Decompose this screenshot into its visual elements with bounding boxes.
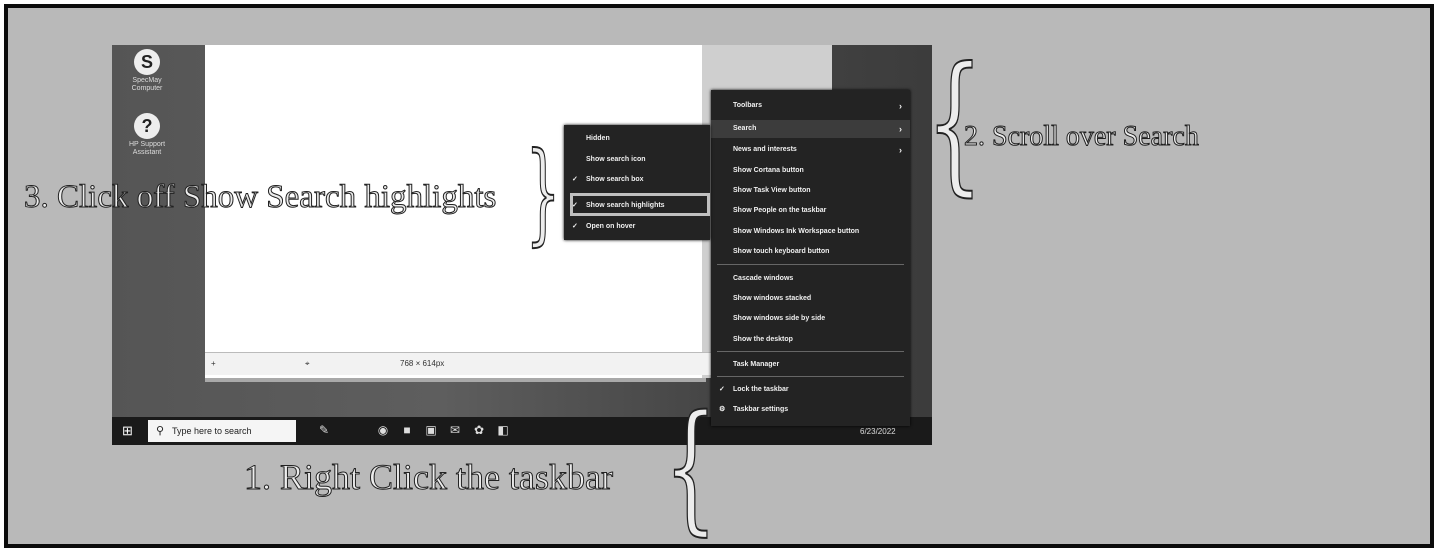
desktop-icon-app[interactable]: S SpecMay Computer [122,49,172,93]
desktop-icon-label: HP Support Assistant [128,141,166,156]
submenu-item-hidden[interactable]: Hidden [564,130,710,148]
menu-item-ink-workspace[interactable]: Show Windows Ink Workspace button [711,223,910,241]
menu-item-cascade[interactable]: Cascade windows [711,270,910,288]
chevron-right-icon: › [899,145,902,155]
annotation-step2: 2. Scroll over Search [964,121,1200,153]
taskbar-date: 6/23/2022 [860,427,896,436]
store-icon[interactable]: ■ [400,423,414,437]
menu-item-people[interactable]: Show People on the taskbar [711,202,910,220]
menu-item-task-view[interactable]: Show Task View button [711,182,910,200]
search-icon: ⚲ [156,425,165,437]
menu-divider [717,376,904,377]
widget-icon[interactable]: ✎ [317,423,331,437]
submenu-item-search-icon[interactable]: Show search icon [564,151,710,169]
desktop-screenshot: S SpecMay Computer ? HP Support Assistan… [112,45,932,445]
menu-item-side-by-side[interactable]: Show windows side by side [711,310,910,328]
gear-icon: ⚙ [719,406,726,413]
chevron-right-icon: › [899,101,902,111]
submenu-item-open-on-hover[interactable]: ✓ Open on hover [564,218,710,236]
checkmark-icon: ✓ [572,223,578,230]
windows-logo-icon[interactable]: ⊞ [122,423,138,439]
submenu-item-search-box[interactable]: ✓ Show search box [564,171,710,189]
help-icon: ? [134,113,160,139]
menu-divider [717,264,904,265]
canvas-size-readout: 768 × 614px [400,359,445,368]
files-icon[interactable]: ◧ [496,423,510,437]
menu-item-search[interactable]: Search › [711,120,910,138]
search-placeholder: Type here to search [172,426,252,436]
taskbar-context-menu: Toolbars › Search › News and interests › Sh… [711,90,910,426]
menu-item-lock-taskbar[interactable]: ✓ Lock the taskbar [711,381,910,399]
mail-icon[interactable]: ✉ [448,423,462,437]
tutorial-frame: S SpecMay Computer ? HP Support Assistan… [4,4,1434,548]
annotation-step1: 1. Right Click the taskbar [244,457,614,498]
brace-step1: { [663,386,718,548]
app-logo-icon: S [134,49,160,75]
menu-item-touch-keyboard[interactable]: Show touch keyboard button [711,243,910,261]
photos-icon[interactable]: ✿ [472,423,486,437]
search-submenu: Hidden Show search icon ✓ Show search box… [564,125,710,240]
menu-item-news[interactable]: News and interests › [711,141,910,159]
menu-item-task-manager[interactable]: Task Manager [711,356,910,374]
menu-item-show-desktop[interactable]: Show the desktop [711,331,910,349]
cursor-position-icon: ⌖ [305,359,310,368]
menu-item-taskbar-settings[interactable]: ⚙ Taskbar settings [711,401,910,419]
menu-divider [717,351,904,352]
app-statusbar: + ⌖ 768 × 614px [205,352,765,375]
brace-step3: { [525,138,561,267]
edge-icon[interactable]: ◉ [376,423,390,437]
menu-item-toolbars[interactable]: Toolbars › [711,97,910,115]
menu-item-stacked[interactable]: Show windows stacked [711,290,910,308]
menu-item-cortana[interactable]: Show Cortana button [711,162,910,180]
calendar-icon[interactable]: ▣ [424,423,438,437]
add-icon[interactable]: + [211,359,216,368]
highlight-outline [570,193,710,216]
annotation-step3: 3. Click off Show Search highlights [23,179,497,216]
chevron-right-icon: › [899,124,902,134]
checkmark-icon: ✓ [572,176,578,183]
checkmark-icon: ✓ [719,386,725,393]
taskbar-search-box[interactable]: ⚲ Type here to search [148,420,296,442]
desktop-icon-label: SpecMay Computer [131,77,163,92]
desktop-icon-support[interactable]: ? HP Support Assistant [122,113,172,157]
